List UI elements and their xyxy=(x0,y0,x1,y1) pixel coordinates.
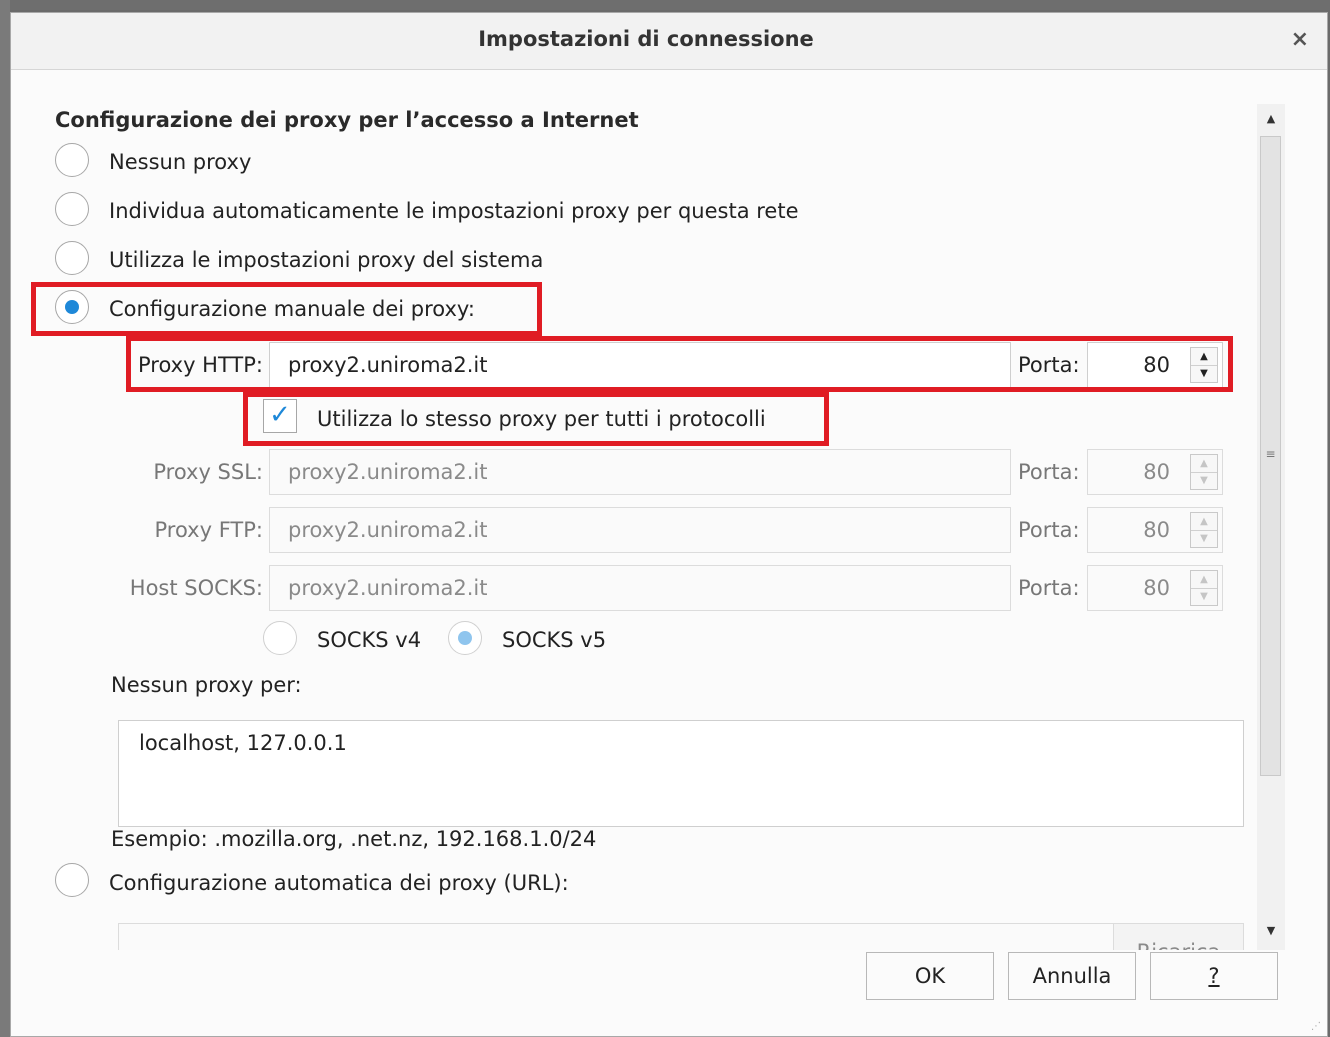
http-port-spinner[interactable]: ▲ ▼ xyxy=(1190,347,1218,383)
label-http-port: Porta: xyxy=(1018,353,1080,377)
dialog-title: Impostazioni di connessione xyxy=(478,27,814,51)
ftp-port-value: 80 xyxy=(1143,518,1170,542)
spinner-down-icon[interactable]: ▼ xyxy=(1191,472,1217,489)
ftp-port-spinner[interactable]: ▲ ▼ xyxy=(1190,512,1218,548)
radio-no-proxy[interactable] xyxy=(55,143,89,177)
ftp-port-input[interactable]: 80 ▲ ▼ xyxy=(1087,507,1223,553)
spinner-down-icon[interactable]: ▼ xyxy=(1191,588,1217,605)
ssl-port-input[interactable]: 80 ▲ ▼ xyxy=(1087,449,1223,495)
label-same-proxy[interactable]: Utilizza lo stesso proxy per tutti i pro… xyxy=(317,407,766,431)
label-ssl-port: Porta: xyxy=(1018,460,1080,484)
help-label: ? xyxy=(1208,964,1220,988)
radio-system-proxy[interactable] xyxy=(55,241,89,275)
label-socks-v4[interactable]: SOCKS v4 xyxy=(317,628,421,652)
label-auto-config-url[interactable]: Configurazione automatica dei proxy (URL… xyxy=(109,871,569,895)
spinner-up-icon[interactable]: ▲ xyxy=(1191,571,1217,589)
scrollbar-thumb[interactable]: ≡ xyxy=(1260,136,1281,776)
radio-socks-v4[interactable] xyxy=(263,621,297,655)
checkmark-icon: ✓ xyxy=(269,400,291,430)
radio-socks-v5[interactable] xyxy=(448,621,482,655)
socks-port-input[interactable]: 80 ▲ ▼ xyxy=(1087,565,1223,611)
section-title: Configurazione dei proxy per l’accesso a… xyxy=(55,108,639,132)
cancel-button[interactable]: Annulla xyxy=(1008,952,1136,1000)
label-socks-host: Host SOCKS: xyxy=(129,576,263,600)
connection-settings-dialog: Impostazioni di connessione × Configuraz… xyxy=(10,12,1328,1037)
label-no-proxy[interactable]: Nessun proxy xyxy=(109,150,251,174)
ftp-proxy-input[interactable]: proxy2.uniroma2.it xyxy=(269,507,1011,553)
label-auto-detect[interactable]: Individua automaticamente le impostazion… xyxy=(109,199,798,223)
no-proxy-for-textarea[interactable]: localhost, 127.0.0.1 xyxy=(118,720,1244,827)
label-ssl-proxy: Proxy SSL: xyxy=(153,460,263,484)
socks-port-value: 80 xyxy=(1143,576,1170,600)
resize-grip-icon[interactable]: ⋰ xyxy=(1311,1021,1321,1032)
http-port-input[interactable]: 80 ▲ ▼ xyxy=(1087,342,1223,388)
example-hint: Esempio: .mozilla.org, .net.nz, 192.168.… xyxy=(111,827,597,851)
grip-icon: ≡ xyxy=(1265,447,1276,461)
label-system-proxy[interactable]: Utilizza le impostazioni proxy del siste… xyxy=(109,248,543,272)
http-proxy-input[interactable]: proxy2.uniroma2.it xyxy=(269,342,1011,388)
label-ftp-proxy: Proxy FTP: xyxy=(154,518,263,542)
same-proxy-checkbox[interactable]: ✓ xyxy=(263,399,297,433)
background-window-edge xyxy=(0,0,10,1037)
auto-config-url-input[interactable] xyxy=(118,923,1114,950)
scroll-up-icon[interactable]: ▲ xyxy=(1257,104,1285,134)
ssl-port-value: 80 xyxy=(1143,460,1170,484)
dialog-content: Configurazione dei proxy per l’accesso a… xyxy=(11,70,1327,950)
scroll-down-icon[interactable]: ▼ xyxy=(1257,916,1285,946)
label-socks-port: Porta: xyxy=(1018,576,1080,600)
vertical-scrollbar[interactable]: ▲ ≡ ▼ xyxy=(1257,104,1285,950)
ssl-proxy-input[interactable]: proxy2.uniroma2.it xyxy=(269,449,1011,495)
ssl-port-spinner[interactable]: ▲ ▼ xyxy=(1190,454,1218,490)
http-port-value: 80 xyxy=(1143,353,1170,377)
label-http-proxy: Proxy HTTP: xyxy=(137,353,263,377)
label-no-proxy-for: Nessun proxy per: xyxy=(111,673,302,697)
spinner-up-icon[interactable]: ▲ xyxy=(1191,455,1217,473)
spinner-up-icon[interactable]: ▲ xyxy=(1191,348,1217,366)
spinner-down-icon[interactable]: ▼ xyxy=(1191,530,1217,547)
radio-manual-proxy[interactable] xyxy=(55,290,89,324)
close-icon[interactable]: × xyxy=(1291,27,1309,52)
radio-auto-config-url[interactable] xyxy=(55,863,89,897)
ok-button[interactable]: OK xyxy=(866,952,994,1000)
background-window xyxy=(0,0,1330,10)
dialog-titlebar: Impostazioni di connessione × xyxy=(11,13,1327,70)
socks-port-spinner[interactable]: ▲ ▼ xyxy=(1190,570,1218,606)
label-socks-v5[interactable]: SOCKS v5 xyxy=(502,628,606,652)
spinner-down-icon[interactable]: ▼ xyxy=(1191,365,1217,382)
socks-host-input[interactable]: proxy2.uniroma2.it xyxy=(269,565,1011,611)
help-button[interactable]: ? xyxy=(1150,952,1278,1000)
radio-auto-detect[interactable] xyxy=(55,192,89,226)
reload-button[interactable]: Ricarica xyxy=(1113,923,1244,950)
label-ftp-port: Porta: xyxy=(1018,518,1080,542)
spinner-up-icon[interactable]: ▲ xyxy=(1191,513,1217,531)
label-manual-proxy[interactable]: Configurazione manuale dei proxy: xyxy=(109,297,475,321)
